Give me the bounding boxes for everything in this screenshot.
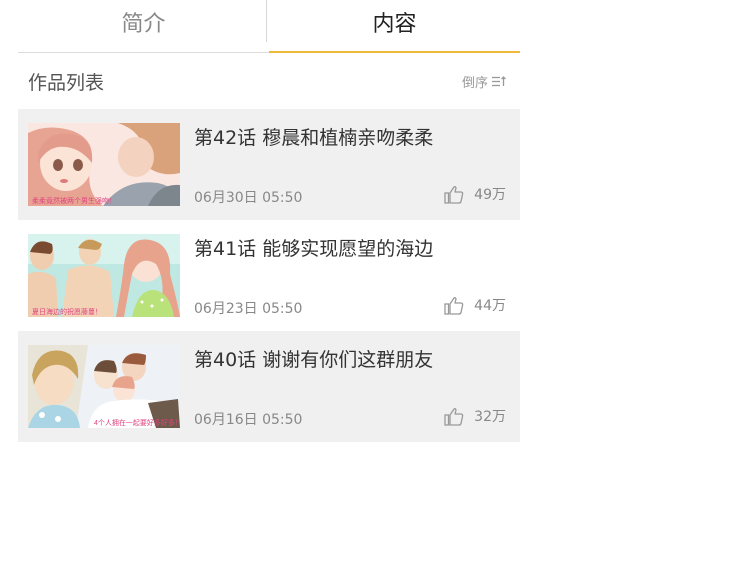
- comic-content-panel: 简介 内容 作品列表 倒序 柔柔竟然被两个男生强吻！ 第42话 穆晨和植楠亲吻柔…: [18, 0, 520, 442]
- episode-title: 第42话 穆晨和植楠亲吻柔柔: [194, 127, 434, 149]
- tab-divider: [266, 0, 267, 42]
- thumbnail-caption: 柔柔竟然被两个男生强吻！: [32, 196, 116, 205]
- tab-intro[interactable]: 简介: [18, 0, 269, 52]
- tab-content[interactable]: 内容: [269, 0, 520, 53]
- likes-group[interactable]: 32万: [444, 406, 506, 426]
- list-header: 作品列表 倒序: [18, 53, 520, 109]
- thumbs-up-icon: [444, 185, 464, 204]
- likes-count: 49万: [474, 187, 506, 203]
- episode-title: 第40话 谢谢有你们这群朋友: [194, 349, 434, 371]
- likes-count: 44万: [474, 298, 506, 314]
- thumbs-up-icon: [444, 296, 464, 315]
- episode-thumbnail: 柔柔竟然被两个男生强吻！: [28, 123, 180, 206]
- tab-bar: 简介 内容: [18, 0, 520, 53]
- episode-item-41[interactable]: 夏日海边的祝愿藤蔓！ 第41话 能够实现愿望的海边 06月23日 05:50 4…: [18, 220, 520, 331]
- thumbnail-caption: 夏日海边的祝愿藤蔓！: [32, 307, 102, 316]
- likes-count: 32万: [474, 409, 506, 425]
- sort-label: 倒序: [461, 75, 488, 91]
- episode-thumbnail: 4个人拥在一起要好多好多！: [28, 345, 180, 428]
- list-title: 作品列表: [28, 71, 105, 94]
- thumbnail-caption: 4个人拥在一起要好多好多！: [94, 418, 180, 427]
- thumbs-up-icon: [444, 407, 464, 426]
- likes-group[interactable]: 44万: [444, 295, 506, 315]
- likes-group[interactable]: 49万: [444, 184, 506, 204]
- episode-item-40[interactable]: 4个人拥在一起要好多好多！ 第40话 谢谢有你们这群朋友 06月16日 05:5…: [18, 331, 520, 442]
- episode-date: 06月16日 05:50: [194, 412, 303, 428]
- episode-date: 06月30日 05:50: [194, 190, 303, 206]
- episode-thumbnail: 夏日海边的祝愿藤蔓！: [28, 234, 180, 317]
- episode-item-42[interactable]: 柔柔竟然被两个男生强吻！ 第42话 穆晨和植楠亲吻柔柔 06月30日 05:50…: [18, 109, 520, 220]
- episode-date: 06月23日 05:50: [194, 301, 303, 317]
- sort-icon: [492, 75, 506, 87]
- sort-toggle-button[interactable]: 倒序: [462, 72, 520, 91]
- episode-title: 第41话 能够实现愿望的海边: [194, 238, 434, 260]
